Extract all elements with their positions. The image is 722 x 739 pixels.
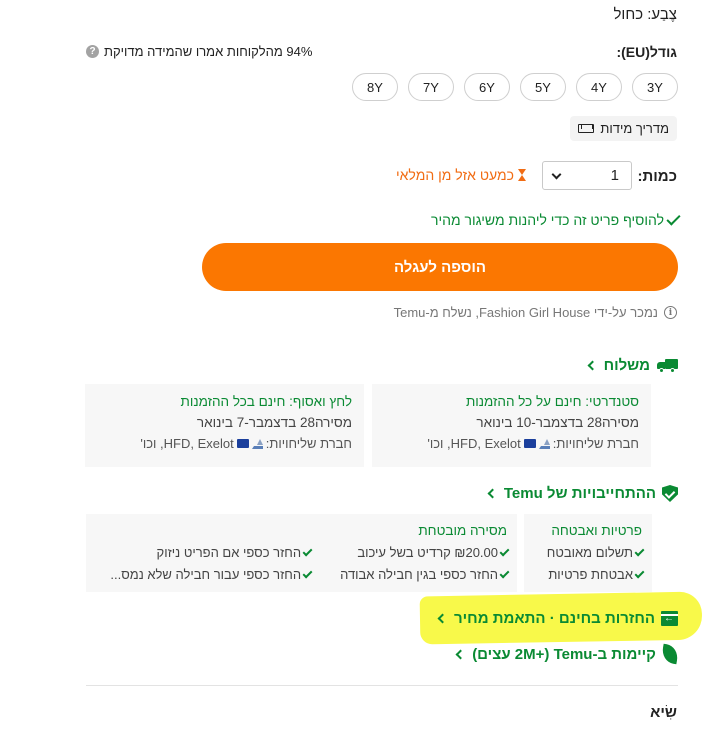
- check-icon: [302, 546, 313, 556]
- pickup-carriers: חברת שליחויות: HFD, Exelot, וכו': [97, 436, 352, 451]
- hourglass-icon: [517, 169, 527, 181]
- delivery-item: ₪20.00 קרדיט בשל עיכוב: [340, 545, 510, 560]
- question-icon[interactable]: ?: [86, 45, 99, 58]
- hfd-logo-icon: [251, 438, 263, 449]
- ruler-icon: [578, 124, 595, 133]
- chevron-left-icon: [587, 360, 598, 371]
- delivery-item-text: החזר כספי עבור חבילה שלא נמס...: [110, 567, 302, 582]
- fit-info: 94% מהלקוחות אמרו שהמידה מדויקת ?: [86, 44, 312, 59]
- carriers-text: HFD, Exelot, וכו': [427, 436, 521, 451]
- fit-info-text: 94% מהלקוחות אמרו שהמידה מדויקת: [104, 44, 313, 59]
- delivery-item-text: החזר כספי אם הפריט ניזוק: [156, 545, 302, 560]
- privacy-security-box: פרטיות ואבטחה תשלום מאובטח אבטחת פרטיות: [524, 514, 652, 592]
- add-to-cart-button[interactable]: הוספה לעגלה: [202, 243, 678, 291]
- check-icon: [634, 546, 645, 556]
- size-guide-label: מדריך מידות: [600, 121, 669, 136]
- pickup-title: לחץ ואסוף: חינם בכל ההזמנות: [180, 394, 353, 409]
- check-icon: [634, 568, 645, 578]
- guaranteed-delivery-box: מסירה מובטחת ₪20.00 קרדיט בשל עיכוב החזר…: [86, 514, 517, 592]
- quantity-label: כמות:: [637, 168, 677, 185]
- standard-delivery: מסירה28 בדצמבר-10 בינואר: [476, 415, 639, 430]
- check-icon: [302, 568, 313, 578]
- check-icon: [499, 546, 510, 556]
- size-option-3y[interactable]: 3Y: [632, 73, 678, 101]
- size-option-4y[interactable]: 4Y: [576, 73, 622, 101]
- standard-carriers: חברת שליחויות: HFD, Exelot, וכו': [384, 436, 639, 451]
- returns-heading: החזרות בחינם · התאמת מחיר: [454, 610, 655, 627]
- info-icon: i: [664, 306, 677, 319]
- fast-shipping-note: להוסיף פריט זה כדי ליהנות משיגור מהיר: [430, 210, 681, 228]
- delivery-item-text: החזר כספי בגין חבילה אבודה: [340, 567, 498, 582]
- shipping-option-standard: סטנדרטי: חינם על כל ההזמנות מסירה28 בדצמ…: [372, 384, 651, 467]
- seller-text: נמכר על-ידי Fashion Girl House, נשלח מ-T…: [393, 305, 658, 320]
- size-options: 3Y 4Y 5Y 6Y 7Y 8Y: [352, 73, 678, 101]
- chevron-left-icon: [455, 649, 466, 659]
- carriers-label: חברת שליחויות:: [265, 436, 352, 451]
- delivery-item: החזר כספי עבור חבילה שלא נמס...: [110, 567, 313, 582]
- standard-title: סטנדרטי: חינם על כל ההזמנות: [465, 394, 639, 409]
- size-option-5y[interactable]: 5Y: [520, 73, 566, 101]
- delivery-item: החזר כספי בגין חבילה אבודה: [340, 567, 510, 582]
- sustainability-heading: קיימות ב-Temu (+2M עצים): [472, 645, 656, 663]
- leaf-icon: [660, 643, 680, 665]
- return-box-icon: [661, 611, 678, 626]
- size-guide-button[interactable]: מדריך מידות: [570, 116, 677, 141]
- hfd-logo-icon: [538, 438, 550, 449]
- chevron-left-icon: [437, 613, 448, 624]
- quantity-value: 1: [610, 167, 619, 184]
- seller-info: i נמכר על-ידי Fashion Girl House, נשלח מ…: [394, 305, 677, 320]
- check-icon: [499, 568, 510, 578]
- size-label: גודל(EU):: [616, 44, 677, 60]
- pickup-delivery: מסירה28 בדצמבר-7 בינואר: [196, 415, 352, 430]
- exelot-logo-icon: [236, 439, 249, 448]
- returns-section-link[interactable]: החזרות בחינם · התאמת מחיר: [437, 610, 678, 627]
- sustainability-section-link[interactable]: קיימות ב-Temu (+2M עצים): [455, 643, 680, 665]
- privacy-item: תשלום מאובטח: [534, 545, 645, 560]
- shield-check-icon: [662, 485, 678, 502]
- delivery-item-text: ₪20.00 קרדיט בשל עיכוב: [357, 545, 498, 560]
- section-title: שִׂיא: [650, 704, 677, 721]
- privacy-item-text: תשלום מאובטח: [546, 545, 633, 560]
- privacy-item: אבטחת פרטיות: [534, 567, 645, 582]
- delivery-title: מסירה מובטחת: [418, 523, 507, 538]
- shipping-option-pickup: לחץ ואסוף: חינם בכל ההזמנות מסירה28 בדצמ…: [85, 384, 364, 467]
- chevron-left-icon: [487, 488, 498, 499]
- privacy-item-text: אבטחת פרטיות: [548, 567, 633, 582]
- size-option-6y[interactable]: 6Y: [464, 73, 510, 101]
- chevron-down-icon: [551, 169, 562, 179]
- stock-warning-text: כמעט אזל מן המלאי: [396, 167, 514, 183]
- divider: [86, 685, 678, 686]
- shipping-section-link[interactable]: משלוח: [587, 357, 678, 374]
- fast-shipping-text: להוסיף פריט זה כדי ליהנות משיגור מהיר: [430, 212, 664, 228]
- size-option-7y[interactable]: 7Y: [408, 73, 454, 101]
- privacy-title: פרטיות ואבטחה: [551, 523, 642, 538]
- size-option-8y[interactable]: 8Y: [352, 73, 398, 101]
- stock-warning: כמעט אזל מן המלאי: [396, 167, 527, 183]
- commitments-heading: ההתחייבויות של Temu: [503, 485, 656, 502]
- carriers-label: חברת שליחויות:: [552, 436, 639, 451]
- color-label: צֶבַע: כחול: [613, 6, 677, 23]
- check-icon: [666, 210, 681, 226]
- delivery-item: החזר כספי אם הפריט ניזוק: [110, 545, 313, 560]
- truck-icon: [656, 358, 678, 373]
- shipping-heading: משלוח: [603, 357, 650, 374]
- commitments-section-link[interactable]: ההתחייבויות של Temu: [487, 485, 678, 502]
- quantity-select[interactable]: 1: [542, 161, 632, 190]
- carriers-text: HFD, Exelot, וכו': [140, 436, 234, 451]
- exelot-logo-icon: [523, 439, 536, 448]
